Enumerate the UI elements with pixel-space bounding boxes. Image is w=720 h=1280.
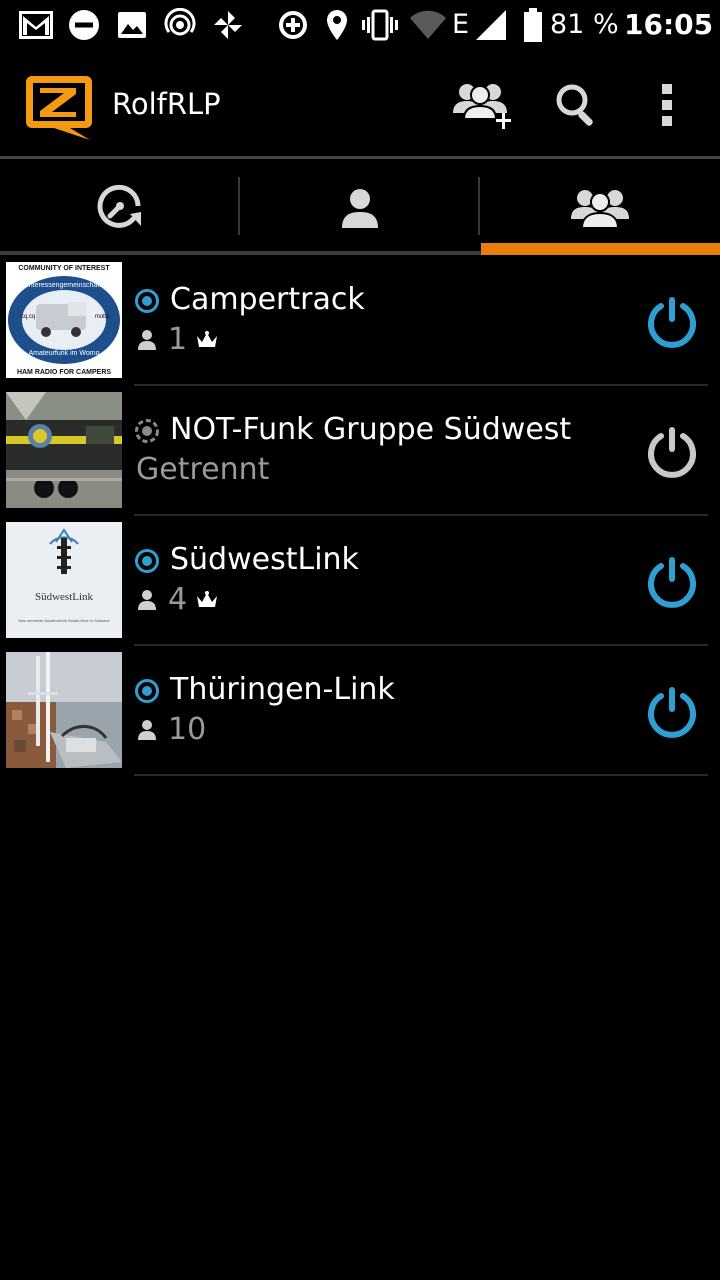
svg-text:mobil: mobil [95, 314, 109, 320]
channel-subtitle: 4 [136, 580, 219, 620]
search-icon [556, 84, 593, 126]
user-count: 1 [168, 322, 188, 357]
pinwheel-icon [210, 8, 246, 42]
svg-text:HAM RADIO FOR CAMPERS: HAM RADIO FOR CAMPERS [17, 369, 111, 376]
tab-bar [0, 159, 720, 256]
channel-name: Thüringen-Link [170, 672, 395, 707]
tab-selected-indicator [481, 243, 720, 255]
tab-channels[interactable] [480, 159, 720, 256]
channel-thumbnail [6, 652, 122, 768]
data-saver-icon [276, 8, 310, 42]
svg-text:Interessengemeinschaft: Interessengemeinschaft [27, 282, 101, 289]
channels-icon [571, 189, 629, 229]
image-icon [116, 8, 148, 42]
svg-text:Amateurfunk im Womo: Amateurfunk im Womo [28, 350, 99, 357]
svg-text:cq,cq: cq,cq [21, 314, 35, 320]
status-online-icon [134, 548, 160, 574]
crown-icon [195, 590, 219, 610]
user-count: 10 [168, 712, 207, 747]
channel-row-suedwestlink[interactable]: SüdwestLink Das vernetzte Amateurfunk-Re… [0, 516, 720, 646]
connect-toggle-button[interactable] [644, 424, 700, 480]
wifi-icon [408, 8, 448, 42]
channel-subtitle: 10 [136, 710, 206, 750]
power-icon [648, 557, 696, 608]
channel-name: NOT-Funk Gruppe Südwest [170, 412, 572, 447]
connect-toggle-button[interactable] [644, 554, 700, 610]
channel-name: SüdwestLink [170, 542, 359, 577]
overflow-menu-icon [662, 84, 672, 126]
channel-status-text: Getrennt [136, 452, 270, 487]
status-bar: E 81 % 16:05 [0, 0, 720, 50]
svg-text:SüdwestLink: SüdwestLink [35, 591, 94, 603]
add-channel-button[interactable] [446, 72, 516, 138]
channel-row-campertrack[interactable]: COMMUNITY OF INTEREST Interessengemeinsc… [0, 256, 720, 386]
battery-percent: 81 % [550, 9, 619, 40]
clock: 16:05 [624, 8, 714, 41]
battery-icon [522, 8, 544, 42]
overflow-menu-button[interactable] [634, 72, 700, 138]
vibrate-icon [360, 8, 400, 42]
connect-toggle-button[interactable] [644, 294, 700, 350]
status-online-icon [134, 288, 160, 314]
svg-text:COMMUNITY OF INTEREST: COMMUNITY OF INTEREST [18, 265, 110, 272]
network-type-label: E [452, 9, 470, 40]
app-title: RolfRLP [112, 87, 221, 121]
channel-thumbnail: SüdwestLink Das vernetzte Amateurfunk-Re… [6, 522, 122, 638]
recents-icon [97, 184, 141, 228]
tab-recents[interactable] [0, 159, 240, 256]
crown-icon [195, 330, 219, 350]
svg-text:Das vernetzte Amateurfunk-Rela: Das vernetzte Amateurfunk-Relais-Netz in… [19, 618, 111, 623]
channel-row-not-funk[interactable]: NOT-Funk Gruppe Südwest Getrennt [0, 386, 720, 516]
add-channel-icon [453, 84, 511, 129]
power-icon [648, 427, 696, 478]
row-divider [134, 774, 708, 776]
channel-row-thueringen-link[interactable]: Thüringen-Link 10 [0, 646, 720, 776]
status-online-icon [134, 678, 160, 704]
channel-thumbnail: COMMUNITY OF INTEREST Interessengemeinsc… [6, 262, 122, 378]
user-count-icon [138, 330, 156, 350]
connect-toggle-button[interactable] [644, 684, 700, 740]
tab-contacts[interactable] [240, 159, 480, 256]
user-count: 4 [168, 582, 188, 617]
gmail-icon [18, 8, 54, 42]
search-button[interactable] [542, 72, 612, 138]
channel-name: Campertrack [170, 282, 365, 317]
channel-thumbnail [6, 392, 122, 508]
zello-logo [24, 72, 94, 142]
user-count-icon [138, 590, 156, 610]
power-icon [648, 687, 696, 738]
hotspot-icon [162, 8, 198, 42]
location-icon [324, 8, 350, 42]
channel-subtitle: Getrennt [136, 450, 269, 490]
app-bar: RolfRLP [0, 50, 720, 156]
power-icon [648, 297, 696, 348]
contact-icon [342, 188, 378, 228]
channel-subtitle: 1 [136, 320, 219, 360]
user-count-icon [138, 720, 156, 740]
do-not-disturb-icon [66, 8, 102, 42]
status-offline-icon [134, 418, 160, 444]
signal-icon [474, 8, 508, 42]
